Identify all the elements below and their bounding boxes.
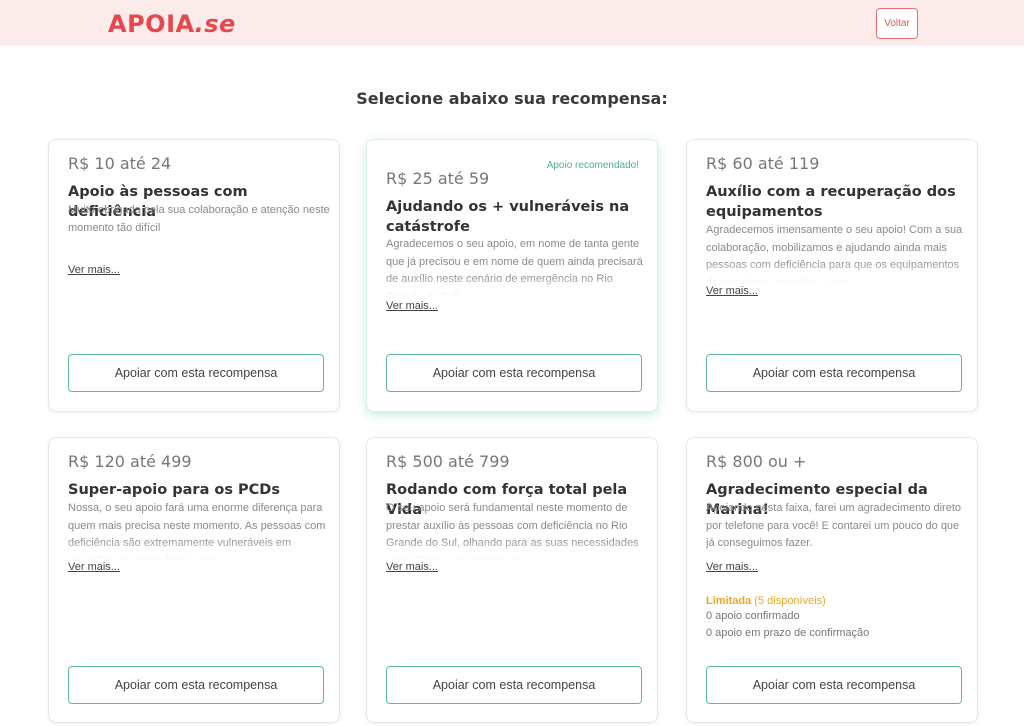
available-count: (5 disponíveis) <box>754 595 826 607</box>
support-reward-button[interactable]: Apoiar com esta recompensa <box>706 666 962 704</box>
limited-availability: Limitada (5 disponíveis) <box>706 593 826 610</box>
reward-price: R$ 25 até 59 <box>386 169 490 188</box>
reward-card: R$ 120 até 499 Super-apoio para os PCDs … <box>48 437 340 723</box>
reward-description: Apoiando nesta faixa, farei um agradecim… <box>706 502 961 549</box>
limited-label: Limitada <box>706 595 752 607</box>
reward-card: R$ 500 até 799 Rodando com força total p… <box>366 437 658 723</box>
support-reward-button[interactable]: Apoiar com esta recompensa <box>386 666 642 704</box>
see-more-link[interactable]: Ver mais... <box>68 264 120 276</box>
reward-price: R$ 60 até 119 <box>706 154 820 173</box>
reward-price: R$ 120 até 499 <box>68 452 192 471</box>
top-bar: APOIA.se Voltar <box>0 0 1024 46</box>
reward-card: R$ 60 até 119 Auxílio com a recuperação … <box>686 139 978 412</box>
logo-suffix: .se <box>194 10 236 38</box>
recommended-badge: Apoio recomendado! <box>546 160 639 171</box>
support-reward-button[interactable]: Apoiar com esta recompensa <box>706 354 962 392</box>
reward-price: R$ 10 até 24 <box>68 154 172 173</box>
back-button[interactable]: Voltar <box>876 8 918 39</box>
reward-description: Muito obrigada pela sua colaboração e at… <box>68 204 330 234</box>
page-title: Selecione abaixo sua recompensa: <box>356 89 668 108</box>
see-more-link[interactable]: Ver mais... <box>706 285 758 297</box>
reward-description: Nossa, o seu apoio fará uma enorme difer… <box>68 502 326 560</box>
reward-price: R$ 800 ou + <box>706 452 807 471</box>
support-reward-button[interactable]: Apoiar com esta recompensa <box>68 354 324 392</box>
reward-card: R$ 800 ou + Agradecimento especial da Ma… <box>686 437 978 723</box>
reward-card-recommended: Apoio recomendado! R$ 25 até 59 Ajudando… <box>366 139 658 412</box>
reward-title: Super-apoio para os PCDs <box>68 482 280 498</box>
pending-count: 0 apoio em prazo de confirmação <box>706 627 870 639</box>
logo-text: APOIA <box>108 10 195 38</box>
reward-title: Auxílio com a recuperação dos equipament… <box>706 184 956 220</box>
apoiase-logo[interactable]: APOIA.se <box>108 10 236 38</box>
reward-card: R$ 10 até 24 Apoio às pessoas com defici… <box>48 139 340 412</box>
support-reward-button[interactable]: Apoiar com esta recompensa <box>68 666 324 704</box>
confirmed-count: 0 apoio confirmado <box>706 610 800 622</box>
see-more-link[interactable]: Ver mais... <box>706 561 758 573</box>
reward-description: Agradecemos imensamente o seu apoio! Com… <box>706 224 963 282</box>
reward-price: R$ 500 até 799 <box>386 452 510 471</box>
see-more-link[interactable]: Ver mais... <box>68 561 120 573</box>
see-more-link[interactable]: Ver mais... <box>386 561 438 573</box>
support-reward-button[interactable]: Apoiar com esta recompensa <box>386 354 642 392</box>
reward-description: Agradecemos o seu apoio, em nome de tant… <box>386 238 643 296</box>
see-more-link[interactable]: Ver mais... <box>386 300 438 312</box>
reward-title: Ajudando os + vulneráveis na catástrofe <box>386 199 630 235</box>
reward-description: O seu apoio será fundamental neste momen… <box>386 502 639 560</box>
